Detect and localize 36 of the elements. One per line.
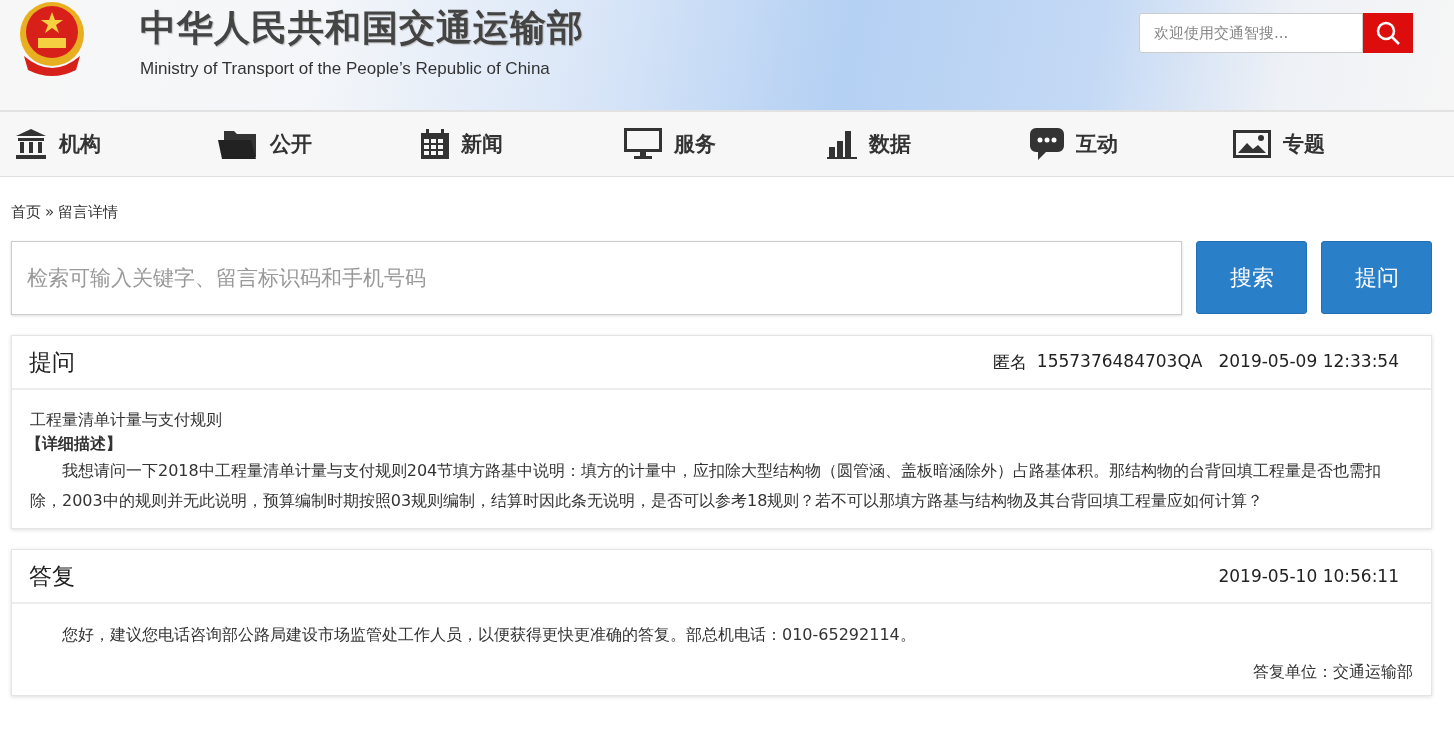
answer-text: 您好，建议您电话咨询部公路局建设市场监管处工作人员，以便获得更快更准确的答复。部总机电话：010-65292114。 (61, 624, 917, 646)
nav-item[interactable]: 服务 (624, 128, 827, 160)
monitor-icon (624, 128, 662, 160)
card-heading: 答复 (29, 561, 75, 591)
nav-item[interactable]: 机构 (15, 128, 218, 160)
nav-item[interactable]: 互动 (1030, 128, 1233, 160)
answer-unit: 答复单位：交通运输部 (1252, 662, 1413, 683)
question-text: 我想请问一下2018中工程量清单计量与支付规则204节填方路基中说明：填方的计量中，应扣除大型结构物（圆管涵、盖板暗涵除外）占路基体积。那结构物的台背回填工程量是否也需扣除，2003中的规则并无此说明，预算编制时期按照03规则编制，结算时因此条无说明，是否可以参考18规则？若不可以那填方路基与结构物及其台背回填工程量应如何计算？ (30, 460, 1383, 512)
timestamp: 2019-05-09 12:33:54 (1218, 350, 1399, 373)
message-search-field[interactable]: 检索可输入关键字、留言标识码和手机号码 (11, 241, 1182, 315)
search-icon (1375, 20, 1401, 46)
breadcrumb-link[interactable]: 留言详情 (58, 203, 119, 225)
site-search-field[interactable]: 欢迎使用交通智搜... (1139, 13, 1363, 53)
nav-item[interactable]: 新闻 (421, 129, 624, 159)
site-title: 中华人民共和国交通运输部 (140, 6, 584, 50)
message-code: 1557376484703QA (1036, 350, 1203, 373)
nav-item[interactable]: 公开 (218, 129, 421, 159)
action-button[interactable]: 提问 (1321, 241, 1432, 314)
search-button[interactable] (1363, 13, 1413, 53)
image-icon (1233, 130, 1271, 158)
action-button[interactable]: 搜索 (1196, 241, 1307, 314)
nav-item[interactable]: 专题 (1233, 130, 1436, 158)
card-heading: 提问 (29, 347, 75, 377)
breadcrumb-separator: » (45, 203, 55, 223)
folder-icon (218, 129, 258, 159)
breadcrumb-link[interactable]: 首页 (11, 203, 41, 225)
nav-item[interactable]: 数据 (827, 129, 1030, 159)
author-label: 匿名 (992, 350, 1027, 374)
timestamp: 2019-05-10 10:56:11 (1218, 566, 1399, 586)
site-subtitle: Ministry of Transport of the People’s Republic of China (140, 59, 551, 79)
detail-label: 【详细描述】 (26, 433, 123, 455)
building-icon (15, 128, 47, 160)
bar-chart-icon (827, 129, 857, 159)
question-subject: 工程量清单计量与支付规则 (30, 409, 223, 431)
chat-bubble-icon (1030, 128, 1064, 160)
calendar-icon (421, 129, 449, 159)
